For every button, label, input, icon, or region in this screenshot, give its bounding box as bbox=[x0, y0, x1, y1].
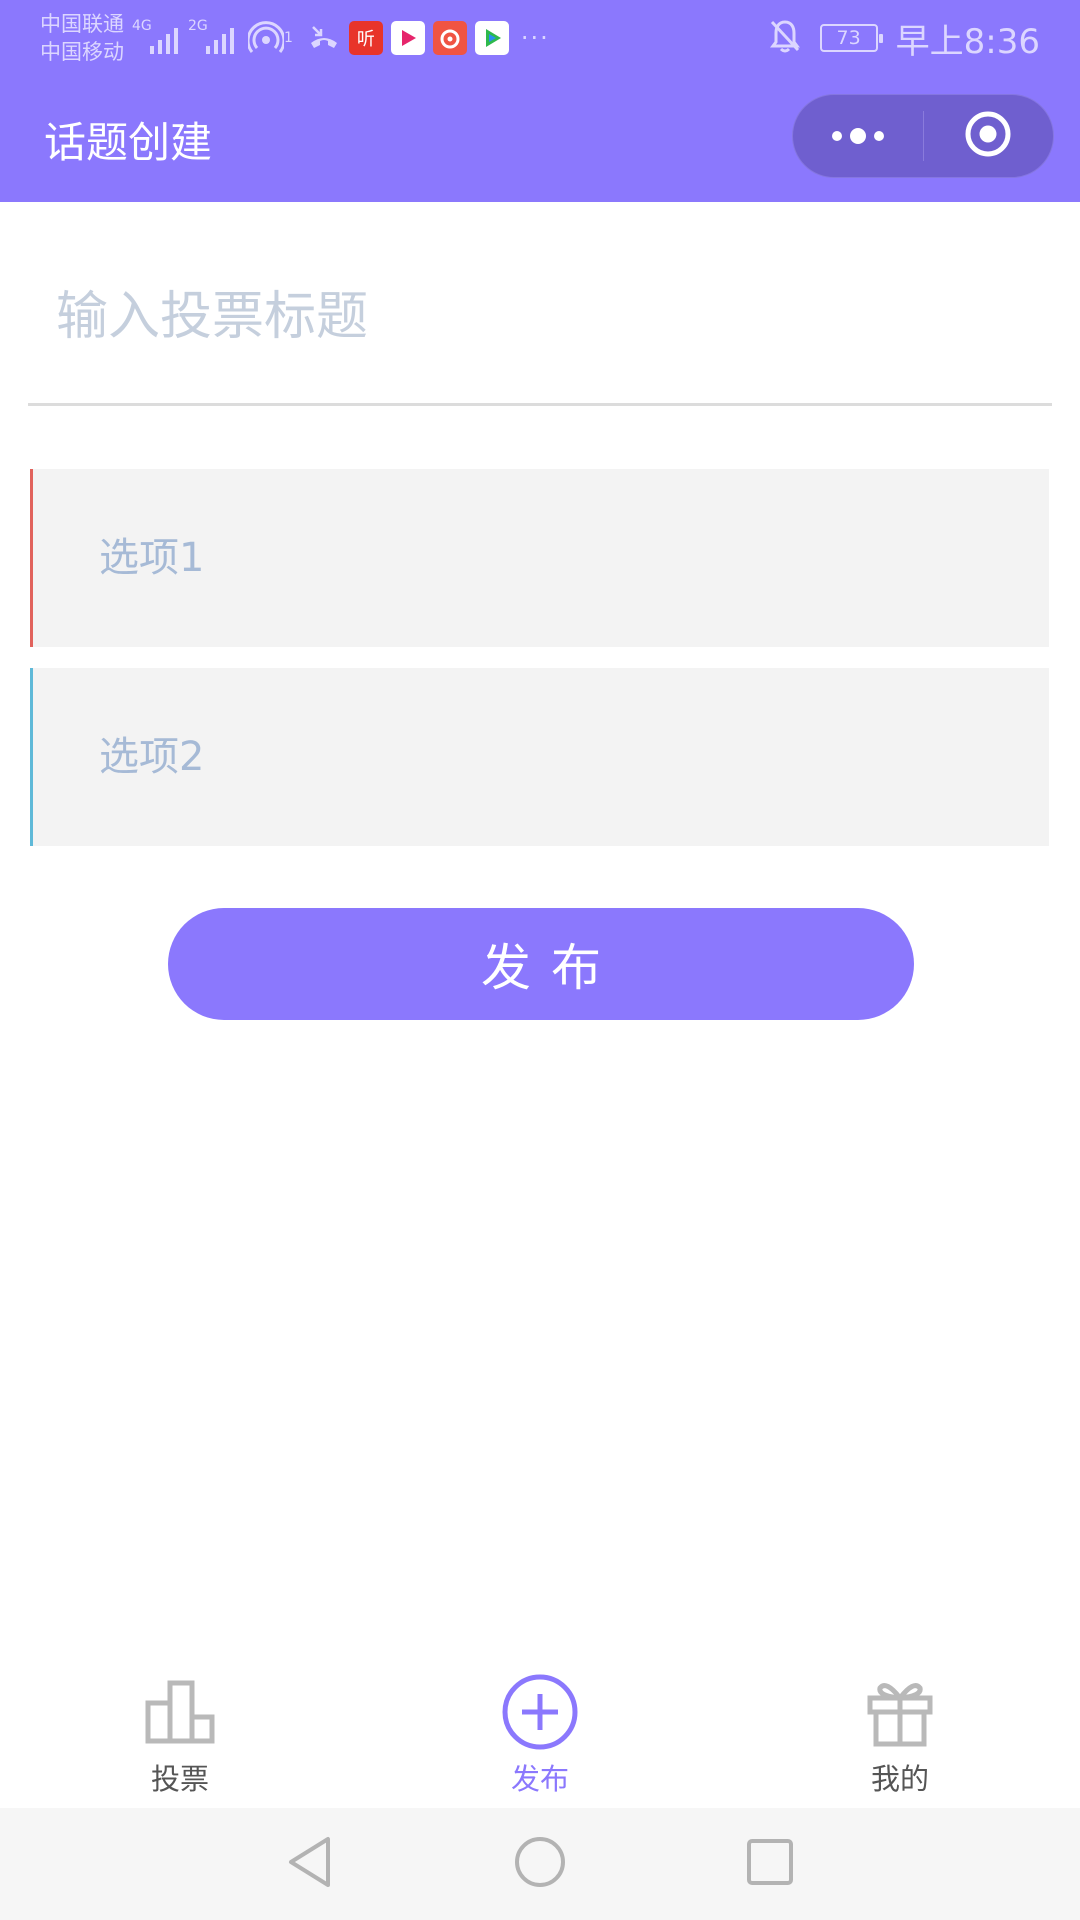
home-button[interactable] bbox=[500, 1824, 580, 1904]
tab-publish-label: 发布 bbox=[510, 1762, 569, 1796]
back-button[interactable] bbox=[270, 1824, 350, 1904]
hotspot-icon: 1 bbox=[248, 20, 293, 56]
carrier-2: 中国移动 bbox=[40, 40, 124, 64]
option-1-row bbox=[30, 469, 1049, 647]
option-2-input[interactable] bbox=[33, 668, 1049, 846]
tab-publish[interactable]: 发布 bbox=[360, 1652, 720, 1808]
circle-home-icon bbox=[513, 1835, 567, 1893]
signal-2g-tag: 2G bbox=[188, 18, 208, 34]
more-notifications-icon: ··· bbox=[520, 24, 550, 52]
more-dots-icon bbox=[831, 128, 884, 144]
plus-circle-icon bbox=[500, 1672, 580, 1752]
page-title: 话题创建 bbox=[44, 117, 213, 167]
video-app-icon bbox=[390, 21, 425, 55]
clock: 早上8:36 bbox=[895, 21, 1040, 62]
tab-vote-label: 投票 bbox=[150, 1762, 209, 1796]
player-app-icon bbox=[474, 21, 509, 55]
vote-title-input[interactable] bbox=[28, 230, 1052, 406]
nav-bar: 话题创建 bbox=[0, 76, 1080, 202]
bar-chart-icon bbox=[140, 1672, 220, 1752]
signal-4g-tag: 4G bbox=[132, 18, 152, 34]
tab-mine-label: 我的 bbox=[870, 1762, 929, 1796]
triangle-back-icon bbox=[285, 1835, 335, 1893]
signal-4g-icon: 4G bbox=[132, 18, 178, 58]
tab-bar: 投票 发布 我的 bbox=[0, 1652, 1080, 1808]
missed-call-icon bbox=[307, 21, 341, 55]
listen-app-icon: 听 bbox=[348, 21, 383, 55]
more-button[interactable] bbox=[793, 95, 923, 177]
publish-button[interactable]: 发布 bbox=[168, 908, 914, 1020]
status-bar: 中国联通 中国移动 4G 2G 1 听 ··· 73 早上8:36 bbox=[0, 0, 1080, 76]
tab-vote[interactable]: 投票 bbox=[0, 1652, 360, 1808]
bell-muted-icon bbox=[768, 18, 802, 58]
signal-2g-icon: 2G bbox=[188, 18, 234, 58]
tab-mine[interactable]: 我的 bbox=[720, 1652, 1080, 1808]
recents-button[interactable] bbox=[730, 1824, 810, 1904]
carrier-1: 中国联通 bbox=[40, 12, 124, 36]
music-app-icon bbox=[432, 21, 467, 55]
battery-icon: 73 bbox=[819, 24, 883, 52]
system-navigation-bar bbox=[0, 1808, 1080, 1920]
option-2-row bbox=[30, 668, 1049, 846]
carrier-names: 中国联通 中国移动 bbox=[40, 10, 124, 66]
target-circle-icon bbox=[963, 109, 1013, 163]
close-miniprogram-button[interactable] bbox=[924, 95, 1054, 177]
miniprogram-capsule bbox=[792, 94, 1054, 178]
status-right: 73 早上8:36 bbox=[768, 14, 1040, 63]
hotspot-badge: 1 bbox=[284, 30, 293, 46]
option-1-input[interactable] bbox=[33, 469, 1049, 647]
square-recents-icon bbox=[745, 1837, 795, 1891]
gift-icon bbox=[860, 1672, 940, 1752]
